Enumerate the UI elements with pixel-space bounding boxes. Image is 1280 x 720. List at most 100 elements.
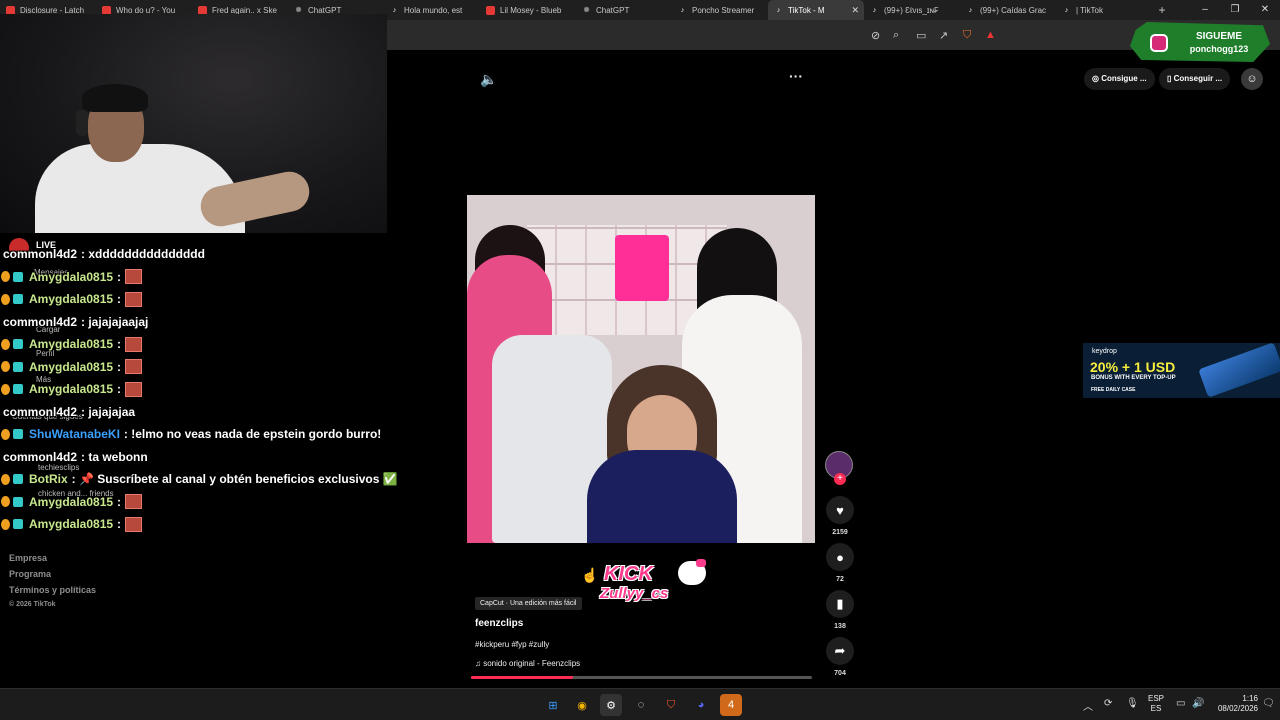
comment-button[interactable]: ● <box>826 543 854 571</box>
kick-wordmark: KICK <box>604 563 653 585</box>
browser-tab[interactable]: ♪ Poncho Streamer <box>672 0 768 20</box>
follow-banner-title: SIGUEME <box>1195 31 1243 42</box>
chat-username[interactable]: commonl4d2 <box>3 247 77 261</box>
brave-rewards-icon[interactable]: ▲ <box>985 29 996 41</box>
chat-username[interactable]: Amygdala0815 <box>29 270 113 284</box>
browser-tab-label: Lil Mosey - Blueb <box>500 5 562 15</box>
minimize-button[interactable]: – <box>1190 0 1220 20</box>
share-icon[interactable]: ↗ <box>939 29 948 42</box>
discord-icon[interactable]: ◕ <box>690 694 712 716</box>
keydrop-ad[interactable]: keydrop 20% + 1 USD BONUS WITH EVERY TOP… <box>1083 343 1280 398</box>
chat-username[interactable]: Amygdala0815 <box>29 337 113 351</box>
chat-badge-icon <box>1 361 10 372</box>
chat-message: Amygdala0815: <box>0 334 143 354</box>
network-icon[interactable]: ▭ <box>1176 698 1185 709</box>
close-window-button[interactable]: ✕ <box>1250 0 1280 20</box>
webcam-person-hair <box>82 84 148 112</box>
browser-tab-label: | TikTok <box>1076 5 1103 15</box>
chat-message: Amygdala0815: <box>0 289 143 309</box>
follow-plus-icon[interactable]: + <box>834 473 846 485</box>
browser-tab[interactable]: ▸ Lil Mosey - Blueb <box>480 0 576 20</box>
headset-icon <box>76 110 88 136</box>
brave-shield-icon[interactable]: ⛉ <box>963 29 971 42</box>
profile-avatar-icon[interactable]: ☺ <box>1241 68 1263 90</box>
browser-tab-label: ChatGPT <box>596 5 630 15</box>
chat-message: commonl4d2: ta webonn <box>0 447 148 467</box>
chat-username[interactable]: ShuWatanabeKI <box>29 427 120 441</box>
save-button[interactable]: ▮ <box>826 590 854 618</box>
chat-badge-icon <box>1 518 10 530</box>
subscriber-badge-icon <box>13 519 23 529</box>
chat-username[interactable]: commonl4d2 <box>3 405 77 419</box>
chat-username[interactable]: commonl4d2 <box>3 315 77 329</box>
share-count: 704 <box>834 670 846 677</box>
subscriber-badge-icon <box>13 474 23 484</box>
close-tab-icon[interactable]: ✕ <box>851 5 859 16</box>
browser-tab[interactable]: ✺ ChatGPT <box>576 0 672 20</box>
get-app-button[interactable]: ▯ Conseguir ... <box>1159 68 1231 90</box>
chat-username[interactable]: Amygdala0815 <box>29 517 113 531</box>
volume-tray-icon[interactable]: 🔊 <box>1192 698 1204 709</box>
chat-text: : <box>117 269 122 284</box>
stream-app-icon[interactable]: 4 <box>720 694 742 716</box>
sync-icon[interactable]: ⟳ <box>1104 698 1112 709</box>
chat-text: : <box>117 359 122 374</box>
subscriber-badge-icon <box>13 294 23 304</box>
more-options-icon[interactable]: ··· <box>789 68 803 84</box>
chat-username[interactable]: Amygdala0815 <box>29 360 113 374</box>
tiktok-icon: ♪ <box>680 6 685 14</box>
instagram-icon <box>1150 34 1168 52</box>
notifications-icon[interactable]: 🗨 <box>1262 698 1275 709</box>
get-coins-button[interactable]: ◎ Consigue ... <box>1084 68 1155 90</box>
video-sound[interactable]: ♫ sonido original - Feenzclips <box>475 659 580 668</box>
video-author[interactable]: feenzclips <box>475 618 523 629</box>
tray-chevron-icon[interactable]: ︿ <box>1083 698 1093 713</box>
video-hashtags[interactable]: #kickperu #fyp #zully <box>475 640 549 649</box>
ad-cta: FREE DAILY CASE <box>1091 387 1136 393</box>
footer-link-program[interactable]: Programa <box>9 569 51 579</box>
volume-icon[interactable]: 🔈 <box>480 71 497 88</box>
footer-link-terms[interactable]: Términos y políticas <box>9 585 96 595</box>
subscriber-badge-icon <box>13 271 23 282</box>
browser-tab[interactable]: ♪ (99+) Ɛℓνιs_ɪɴ₣ <box>864 0 960 20</box>
new-tab-button[interactable]: + <box>1152 3 1172 17</box>
windows-taskbar: ⊞ ◉ ⚙ ◌ ⛉ ◕ 4 ︿ ⟳ 🎙 ESP ES ▭ 🔊 1:16 08/02/… <box>0 688 1280 720</box>
footer-copyright: © 2026 TikTok <box>9 601 56 608</box>
clock-time: 1:16 <box>1242 694 1258 703</box>
get-app-label: Conseguir ... <box>1173 74 1223 83</box>
cast-icon[interactable]: ▭ <box>916 29 926 42</box>
input-language[interactable]: ESP ES <box>1146 694 1166 714</box>
capcut-label[interactable]: CapCut · Una edición más fácil <box>475 597 582 610</box>
game-launcher-icon[interactable]: ◌ <box>630 694 652 716</box>
browser-tab[interactable]: ♪ TikTok - M ✕ <box>768 0 864 20</box>
steam-icon[interactable]: ⚙ <box>600 694 622 716</box>
maximize-button[interactable]: ❐ <box>1220 0 1250 20</box>
browser-tab[interactable]: ♪ Hola mundo, est <box>384 0 480 20</box>
chat-message: Amygdala0815: <box>0 267 143 287</box>
footer-link-company[interactable]: Empresa <box>9 553 47 563</box>
ad-brand: keydrop <box>1092 348 1117 355</box>
chat-username[interactable]: Amygdala0815 <box>29 292 113 306</box>
video-progress-bar[interactable] <box>471 676 812 679</box>
chat-username[interactable]: Amygdala0815 <box>29 495 113 509</box>
video-player[interactable] <box>467 195 815 543</box>
coins-icon: ◎ <box>1092 74 1102 83</box>
chat-text: : xddddddddddddddd <box>81 247 205 261</box>
chat-username[interactable]: BotRix <box>29 472 68 486</box>
brave-icon[interactable]: ⛉ <box>660 694 682 716</box>
chat-badge-icon <box>1 428 10 440</box>
chat-emote-icon <box>125 359 143 374</box>
share-button[interactable]: ➦ <box>826 637 854 665</box>
system-clock[interactable]: 1:16 08/02/2026 <box>1208 694 1258 714</box>
mute-tab-icon[interactable]: ⊘ <box>871 29 880 42</box>
chat-emote-icon <box>125 516 143 532</box>
chrome-icon[interactable]: ◉ <box>571 694 593 716</box>
browser-tab[interactable]: ♪ | TikTok <box>1056 0 1152 20</box>
zoom-icon[interactable]: ⌕ <box>893 29 899 42</box>
chat-username[interactable]: commonl4d2 <box>3 450 77 464</box>
like-button[interactable]: ♥ <box>826 496 854 524</box>
microphone-icon[interactable]: 🎙 <box>1126 698 1139 709</box>
browser-tab[interactable]: ♪ (99+) Caídas Grac <box>960 0 1056 20</box>
chat-username[interactable]: Amygdala0815 <box>29 382 113 396</box>
windows-start-icon[interactable]: ⊞ <box>542 694 564 716</box>
